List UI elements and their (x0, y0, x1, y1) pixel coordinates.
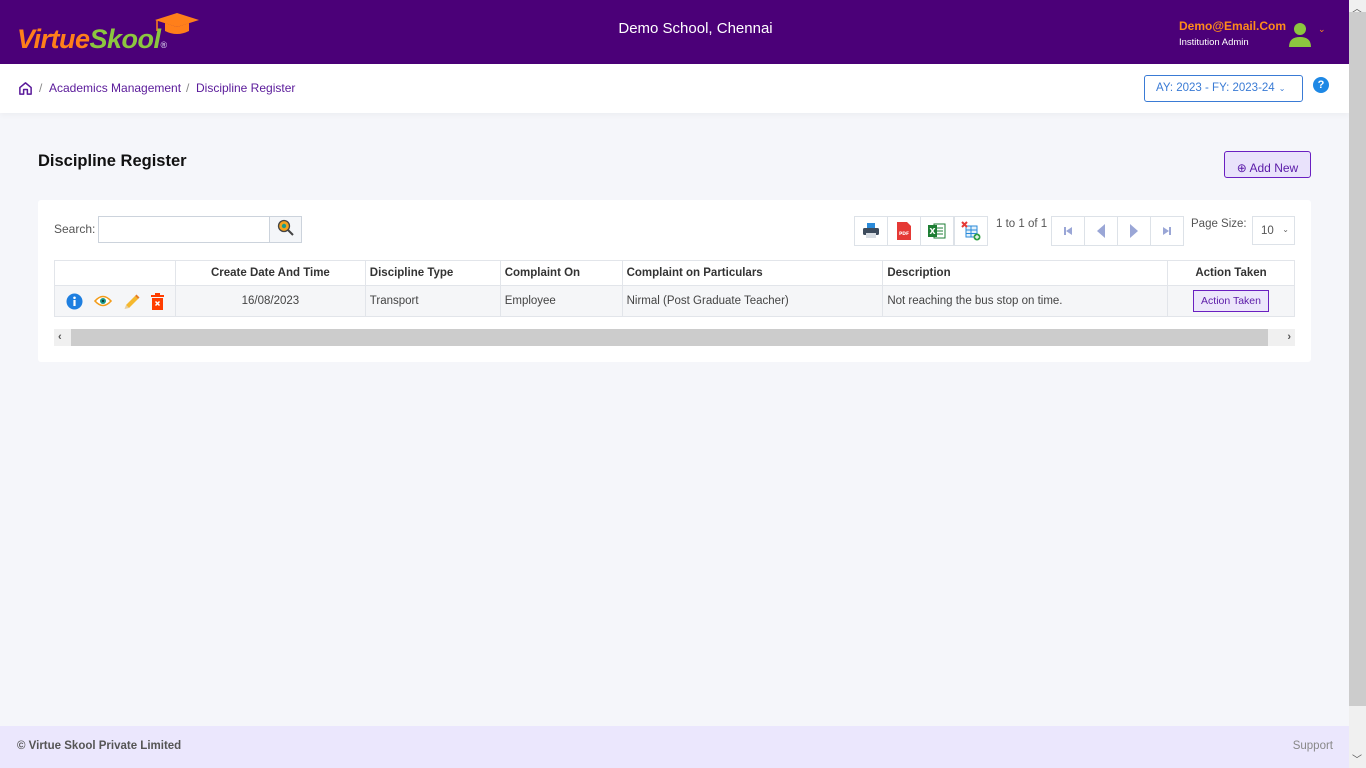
search-button[interactable] (269, 216, 302, 243)
breadcrumb-bar: / Academics Management / Discipline Regi… (0, 64, 1349, 113)
excel-icon: X (928, 223, 946, 239)
page-size-value: 10 (1261, 225, 1274, 237)
first-page-icon (1064, 227, 1072, 235)
search-input[interactable] (98, 216, 270, 243)
action-taken-button[interactable]: Action Taken (1193, 290, 1270, 312)
support-link[interactable]: Support (1293, 740, 1333, 752)
table-row: 16/08/2023 Transport Employee Nirmal (Po… (54, 285, 1295, 317)
last-page-icon (1163, 227, 1171, 235)
school-name: Demo School, Chennai (618, 20, 773, 37)
page-title: Discipline Register (38, 152, 187, 170)
scroll-left-arrow-icon[interactable]: ‹ (58, 331, 62, 343)
search-label: Search: (54, 222, 96, 236)
footer: © Virtue Skool Private Limited Support (0, 726, 1349, 768)
pdf-icon: PDF (897, 222, 911, 240)
delete-trash-icon[interactable] (151, 292, 164, 310)
row-count: 1 to 1 of 1 (996, 218, 1048, 230)
page-size-select[interactable]: 10 ⌄ (1252, 216, 1295, 245)
previous-page-icon (1097, 224, 1105, 238)
user-menu-chevron-down-icon[interactable]: ⌄ (1318, 24, 1326, 35)
cell-complaint-particulars: Nirmal (Post Graduate Teacher) (621, 285, 884, 317)
chevron-down-icon: ⌄ (1282, 225, 1289, 234)
column-header-actions (54, 260, 176, 286)
column-header-create-date[interactable]: Create Date And Time (174, 260, 366, 286)
export-excel-button[interactable]: X (920, 216, 954, 246)
logo-registered-mark: ® (160, 40, 168, 50)
breadcrumb-separator: / (39, 81, 43, 95)
cell-create-date: 16/08/2023 (174, 285, 366, 317)
horizontal-scroll-thumb[interactable] (71, 329, 1268, 346)
chevron-down-icon: ⌄ (1278, 84, 1286, 93)
breadcrumb-discipline-register[interactable]: Discipline Register (196, 81, 295, 95)
breadcrumb-separator: / (186, 81, 190, 95)
column-header-action-taken[interactable]: Action Taken (1167, 260, 1295, 286)
export-pdf-button[interactable]: PDF (887, 216, 921, 246)
vertical-scrollbar[interactable]: ︿ ﹀ (1349, 0, 1366, 768)
info-icon[interactable] (66, 293, 83, 310)
page-size-label: Page Size: (1191, 218, 1247, 230)
table-header-row: Create Date And Time Discipline Type Com… (54, 260, 1295, 286)
breadcrumb-academics-management[interactable]: Academics Management (49, 81, 181, 95)
scroll-down-arrow-icon[interactable]: ﹀ (1352, 751, 1362, 766)
svg-text:PDF: PDF (899, 231, 909, 237)
column-header-complaint-on[interactable]: Complaint On (499, 260, 623, 286)
search-icon (277, 219, 294, 236)
academic-year-value: AY: 2023 - FY: 2023-24 (1156, 82, 1275, 94)
view-eye-icon[interactable] (94, 295, 112, 307)
help-icon[interactable]: ? (1313, 77, 1329, 93)
home-icon[interactable] (18, 81, 33, 96)
academic-year-select[interactable]: AY: 2023 - FY: 2023-24 ⌄ (1144, 75, 1303, 102)
top-navbar: VirtueSkool® Demo School, Chennai Demo@E… (0, 0, 1349, 64)
edit-pencil-icon[interactable] (123, 293, 140, 310)
last-page-button[interactable] (1150, 216, 1184, 246)
print-button[interactable] (854, 216, 888, 246)
footer-copyright: © Virtue Skool Private Limited (17, 740, 182, 752)
svg-text:X: X (929, 227, 936, 236)
user-email[interactable]: Demo@Email.Com (1179, 19, 1286, 33)
add-new-button[interactable]: ⊕ Add New (1224, 151, 1311, 178)
user-avatar-icon[interactable] (1289, 22, 1311, 48)
discipline-table: Create Date And Time Discipline Type Com… (54, 260, 1295, 317)
scroll-right-arrow-icon[interactable]: › (1287, 331, 1291, 343)
page: VirtueSkool® Demo School, Chennai Demo@E… (0, 0, 1349, 768)
printer-icon (863, 223, 879, 238)
first-page-button[interactable] (1051, 216, 1085, 246)
cell-discipline-type: Transport (364, 285, 501, 317)
user-role: Institution Admin (1179, 37, 1249, 48)
column-header-discipline-type[interactable]: Discipline Type (364, 260, 501, 286)
next-page-icon (1130, 224, 1138, 238)
next-page-button[interactable] (1117, 216, 1151, 246)
cell-complaint-on: Employee (499, 285, 623, 317)
cell-action-taken: Action Taken (1167, 285, 1295, 317)
column-header-complaint-particulars[interactable]: Complaint on Particulars (621, 260, 884, 286)
vertical-scroll-thumb[interactable] (1349, 12, 1366, 706)
row-actions-cell (54, 285, 176, 317)
previous-page-button[interactable] (1084, 216, 1118, 246)
clear-filter-button[interactable] (954, 216, 988, 246)
column-header-description[interactable]: Description (882, 260, 1169, 286)
cell-description: Not reaching the bus stop on time. (882, 285, 1169, 317)
grid-card: Search: PDF X 1 to 1 of 1 Page Size: 10 … (38, 200, 1311, 362)
clear-filter-table-icon (961, 221, 981, 241)
horizontal-scrollbar[interactable]: ‹ › (54, 329, 1295, 346)
